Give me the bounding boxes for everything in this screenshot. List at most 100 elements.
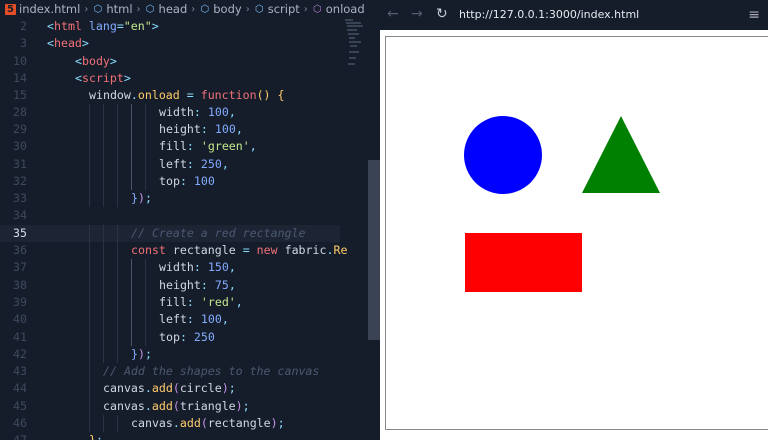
reload-icon[interactable]: ↻ xyxy=(436,6,448,22)
code-line[interactable]: 28 width: 100, xyxy=(0,103,340,121)
code-line[interactable]: 39 fill: 'red', xyxy=(0,293,340,312)
green-triangle[interactable] xyxy=(582,116,660,193)
code-token: ; xyxy=(96,433,103,440)
code-line[interactable]: 42}); xyxy=(0,345,340,364)
line-number: 42 xyxy=(13,346,27,361)
line-number: 33 xyxy=(13,191,27,206)
code-token: ( xyxy=(172,398,180,413)
code-line[interactable]: 29 height: 100, xyxy=(0,120,340,139)
code-token: triangle xyxy=(179,398,236,413)
indent-guide xyxy=(117,276,118,294)
code-token: , xyxy=(221,312,229,327)
line-number: 34 xyxy=(13,208,27,223)
code-token: add xyxy=(151,398,173,413)
code-line[interactable]: 43 // Add the shapes to the canvas xyxy=(0,363,340,381)
code-token: canvas xyxy=(131,416,173,431)
code-token: } xyxy=(131,191,138,206)
arrow-left-icon[interactable]: ← xyxy=(387,6,399,22)
code-token: 100 xyxy=(207,104,229,119)
red-rectangle[interactable] xyxy=(465,233,582,292)
code-text: width: 100, xyxy=(159,104,236,121)
code-line[interactable]: 14 <script> xyxy=(0,69,340,88)
code-line[interactable]: 41 top: 250 xyxy=(0,328,340,346)
indent-guide xyxy=(89,103,90,121)
code-token: ; xyxy=(242,398,250,413)
indent-guide xyxy=(131,120,132,139)
breadcrumb-item[interactable]: ⬡ head xyxy=(145,2,188,16)
editor-scrollbar-thumb[interactable] xyxy=(368,160,380,340)
indent-guide xyxy=(145,328,146,346)
line-number: 46 xyxy=(13,416,27,431)
breadcrumb-item[interactable]: ⬡ body xyxy=(199,2,241,16)
code-line[interactable]: 45 canvas.add(triangle); xyxy=(0,397,340,416)
method-cube-icon: ⬡ xyxy=(312,3,322,15)
code-token: onload xyxy=(137,88,180,103)
indent-guide xyxy=(117,242,118,260)
code-line[interactable]: 38 height: 75, xyxy=(0,276,340,294)
breadcrumb-item[interactable]: ⬡ onload xyxy=(312,2,365,16)
line-number: 36 xyxy=(13,243,27,258)
indent-guide xyxy=(103,120,104,139)
code-line[interactable]: 2 <html lang="en"> xyxy=(0,18,340,36)
code-text: }); xyxy=(131,346,152,363)
code-line[interactable]: 32 top: 100 xyxy=(0,172,340,191)
code-token: ) xyxy=(221,381,229,396)
breadcrumb-label: script xyxy=(267,2,300,16)
code-line[interactable]: 44 canvas.add(circle); xyxy=(0,380,340,398)
code-line[interactable]: 36 const rectangle = new fabric.Re xyxy=(0,242,347,260)
code-editor[interactable]: 5 index.html › ⬡ html › ⬡ head › ⬡ body › ⬡ script › ⬡ o… xyxy=(0,0,380,440)
code-line[interactable]: 3 <head> xyxy=(0,35,340,53)
code-token: 'red' xyxy=(200,294,236,309)
code-token: Re xyxy=(333,243,348,258)
code-line[interactable]: 37 width: 150, xyxy=(0,259,340,277)
code-line[interactable]: 47}; xyxy=(0,432,340,440)
breadcrumb-item[interactable]: ⬡ script xyxy=(254,2,300,16)
code-line[interactable]: 35 // Create a red rectangle xyxy=(0,224,340,243)
indent-guide xyxy=(89,259,90,277)
code-token: top xyxy=(159,329,180,344)
indent-guide xyxy=(89,138,90,156)
line-number: 28 xyxy=(13,104,27,119)
code-token: : xyxy=(193,260,208,275)
code-token: 'green' xyxy=(200,139,250,154)
indent-guide xyxy=(103,155,104,173)
breadcrumb-label: onload xyxy=(325,2,365,16)
fabric-canvas[interactable] xyxy=(385,36,768,430)
breadcrumb-item[interactable]: 5 index.html xyxy=(5,2,80,16)
breadcrumb-item[interactable]: ⬡ html xyxy=(92,2,132,16)
blue-circle[interactable] xyxy=(464,116,542,194)
code-token: ; xyxy=(228,381,236,396)
indent-guide xyxy=(131,276,132,294)
code-line[interactable]: 31 left: 250, xyxy=(0,155,340,173)
line-number: 35 xyxy=(13,225,27,240)
code-token: circle xyxy=(179,381,222,396)
line-number: 2 xyxy=(20,19,27,33)
code-text: fill: 'red', xyxy=(159,294,243,311)
chevron-right-icon: › xyxy=(191,3,196,15)
code-line[interactable]: 34 xyxy=(0,207,340,224)
code-token: add xyxy=(151,381,173,396)
code-text: // Create a red rectangle xyxy=(131,225,306,242)
indent-guide xyxy=(89,172,90,191)
code-line[interactable]: 15 window.onload = function() { xyxy=(0,87,340,105)
code-line[interactable]: 46 canvas.add(rectangle); xyxy=(0,415,340,433)
indent-guide xyxy=(89,276,90,294)
code-token: // Create a red rectangle xyxy=(131,225,306,240)
code-token: height xyxy=(159,121,201,136)
code-token: ( xyxy=(172,381,180,396)
minimap[interactable] xyxy=(343,16,367,76)
code-token: > xyxy=(81,36,89,51)
line-number: 47 xyxy=(0,432,27,440)
address-bar[interactable]: http://127.0.0.1:3000/index.html xyxy=(459,8,639,21)
code-token: 250 xyxy=(200,156,222,171)
code-line[interactable]: 33}); xyxy=(0,190,340,208)
breadcrumb: 5 index.html › ⬡ html › ⬡ head › ⬡ body › ⬡ script › ⬡ o… xyxy=(0,0,380,18)
indent-guide xyxy=(145,172,146,191)
code-line[interactable]: 30 fill: 'green', xyxy=(0,138,340,156)
code-token: } xyxy=(131,346,138,361)
hamburger-menu-icon[interactable]: ≡ xyxy=(748,7,760,23)
arrow-right-icon[interactable]: → xyxy=(411,6,423,22)
code-line[interactable]: 10 <body> xyxy=(0,52,340,70)
indent-guide xyxy=(89,311,90,329)
code-line[interactable]: 40 left: 100, xyxy=(0,311,340,329)
